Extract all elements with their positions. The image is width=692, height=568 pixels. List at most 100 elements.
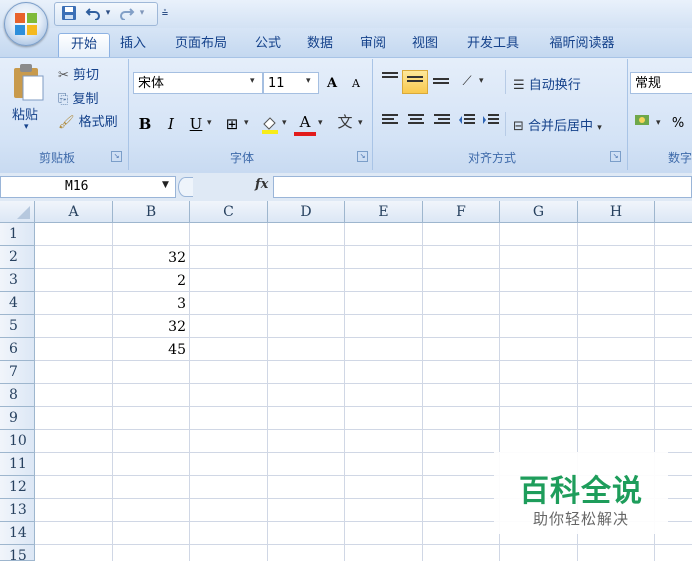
column-header-e[interactable]: E — [345, 201, 423, 223]
paste-icon[interactable] — [10, 62, 46, 102]
accounting-format-icon[interactable] — [632, 112, 654, 136]
cell-b4[interactable]: 3 — [113, 292, 189, 314]
shrink-font-button[interactable]: A — [344, 72, 368, 96]
tab-review[interactable]: 审阅 — [353, 33, 393, 55]
cell-b5[interactable]: 32 — [113, 315, 189, 337]
format-painter-button[interactable]: 🖌 格式刷 — [58, 111, 118, 130]
undo-icon[interactable] — [83, 4, 103, 22]
align-left-icon[interactable] — [378, 112, 402, 136]
accounting-dropdown-icon[interactable]: ▾ — [656, 118, 661, 128]
column-header-d[interactable]: D — [268, 201, 345, 223]
font-size-dropdown-icon[interactable]: ▾ — [306, 76, 311, 86]
gridline — [422, 223, 423, 561]
tab-data[interactable]: 数据 — [300, 33, 340, 55]
insert-function-button[interactable]: fx — [255, 177, 268, 192]
font-name-dropdown-icon[interactable]: ▾ — [250, 76, 255, 86]
orientation-dropdown-icon[interactable]: ▾ — [479, 76, 484, 86]
align-right-icon[interactable] — [430, 112, 454, 136]
fill-color-icon[interactable] — [258, 112, 282, 136]
redo-icon[interactable] — [117, 4, 137, 22]
merge-center-button[interactable]: ⊟ 合并后居中 ▾ — [513, 115, 602, 134]
watermark: 百科全说 助你轻松解决 — [494, 452, 668, 534]
tab-page-layout[interactable]: 页面布局 — [166, 33, 236, 55]
clipboard-launcher-icon[interactable]: ↘ — [111, 151, 122, 162]
redo-dropdown-icon[interactable]: ▾ — [137, 4, 147, 22]
customize-quick-access-icon[interactable]: ⩮ — [158, 4, 172, 22]
column-header-f[interactable]: F — [423, 201, 500, 223]
column-header-h[interactable]: H — [578, 201, 655, 223]
row-header[interactable]: 10 — [0, 430, 35, 453]
phonetic-button[interactable]: 文 — [333, 110, 357, 134]
tab-home[interactable]: 开始 — [58, 33, 110, 58]
column-header-partial[interactable] — [655, 201, 692, 223]
row-header[interactable]: 7 — [0, 361, 35, 384]
italic-button[interactable]: I — [160, 112, 182, 136]
copy-button[interactable]: ⎘ 复制 — [58, 88, 99, 107]
row-header[interactable]: 11 — [0, 453, 35, 476]
decrease-indent-icon[interactable] — [456, 112, 478, 136]
cell-b6[interactable]: 45 — [113, 338, 189, 360]
font-name-select[interactable]: 宋体 — [133, 72, 263, 94]
row-header[interactable]: 9 — [0, 407, 35, 430]
row-header[interactable]: 14 — [0, 522, 35, 545]
font-color-button[interactable]: A — [294, 112, 316, 136]
tab-view[interactable]: 视图 — [405, 33, 445, 55]
row-header[interactable]: 12 — [0, 476, 35, 499]
name-box-dropdown-icon[interactable]: ▼ — [162, 180, 169, 190]
gridline — [35, 406, 692, 407]
gridline — [35, 360, 692, 361]
cell-b2[interactable]: 32 — [113, 246, 189, 268]
underline-dropdown-icon[interactable]: ▾ — [207, 118, 212, 128]
font-launcher-icon[interactable]: ↘ — [357, 151, 368, 162]
cell-b3[interactable]: 2 — [113, 269, 189, 291]
undo-dropdown-icon[interactable]: ▾ — [103, 4, 113, 22]
alignment-launcher-icon[interactable]: ↘ — [610, 151, 621, 162]
underline-button[interactable]: U — [185, 112, 207, 136]
paste-button[interactable]: 粘贴 — [12, 104, 38, 123]
paste-dropdown-icon[interactable]: ▾ — [24, 122, 29, 132]
bold-button[interactable]: B — [134, 112, 156, 136]
fill-color-dropdown-icon[interactable]: ▾ — [282, 118, 287, 128]
increase-indent-icon[interactable] — [480, 112, 502, 136]
formula-bar-divider[interactable] — [178, 177, 193, 197]
row-header[interactable]: 8 — [0, 384, 35, 407]
column-header-b[interactable]: B — [113, 201, 190, 223]
tab-insert[interactable]: 插入 — [113, 33, 153, 55]
borders-dropdown-icon[interactable]: ▾ — [244, 118, 249, 128]
formula-input[interactable] — [273, 176, 692, 198]
save-icon[interactable] — [60, 4, 78, 22]
wrap-text-button[interactable]: ☰ 自动换行 — [513, 74, 581, 93]
row-header[interactable]: 13 — [0, 499, 35, 522]
select-all-button[interactable] — [0, 201, 35, 223]
orientation-icon[interactable]: ⟋ — [455, 70, 479, 94]
column-header-c[interactable]: C — [190, 201, 268, 223]
align-bottom-icon[interactable] — [429, 70, 453, 94]
row-header[interactable]: 15 — [0, 545, 35, 564]
office-button[interactable] — [4, 2, 48, 46]
cut-button[interactable]: ✂ 剪切 — [58, 64, 99, 83]
column-header-a[interactable]: A — [35, 201, 113, 223]
row-header[interactable]: 5 — [0, 315, 35, 338]
phonetic-dropdown-icon[interactable]: ▾ — [358, 118, 363, 128]
row-header[interactable]: 6 — [0, 338, 35, 361]
font-color-dropdown-icon[interactable]: ▾ — [318, 118, 323, 128]
align-center-icon[interactable] — [404, 112, 428, 136]
tab-developer[interactable]: 开发工具 — [458, 33, 528, 55]
name-box[interactable]: M16 — [0, 176, 176, 198]
row-header[interactable]: 4 — [0, 292, 35, 315]
column-header-g[interactable]: G — [500, 201, 578, 223]
align-middle-icon[interactable] — [402, 70, 428, 94]
cut-label: 剪切 — [73, 68, 100, 83]
percent-style-button[interactable]: % — [668, 112, 688, 136]
borders-icon[interactable]: ⊞ — [221, 112, 243, 136]
grow-font-button[interactable]: A — [320, 72, 344, 96]
tab-foxit-reader[interactable]: 福昕阅读器 — [540, 33, 624, 55]
tab-formulas[interactable]: 公式 — [248, 33, 288, 55]
row-header[interactable]: 1 — [0, 223, 35, 246]
merge-dropdown-icon[interactable]: ▾ — [597, 123, 602, 133]
align-top-icon[interactable] — [378, 70, 402, 94]
number-format-select[interactable]: 常规 — [630, 72, 692, 94]
row-header[interactable]: 3 — [0, 269, 35, 292]
row-header[interactable]: 2 — [0, 246, 35, 269]
copy-icon: ⎘ — [58, 92, 69, 107]
